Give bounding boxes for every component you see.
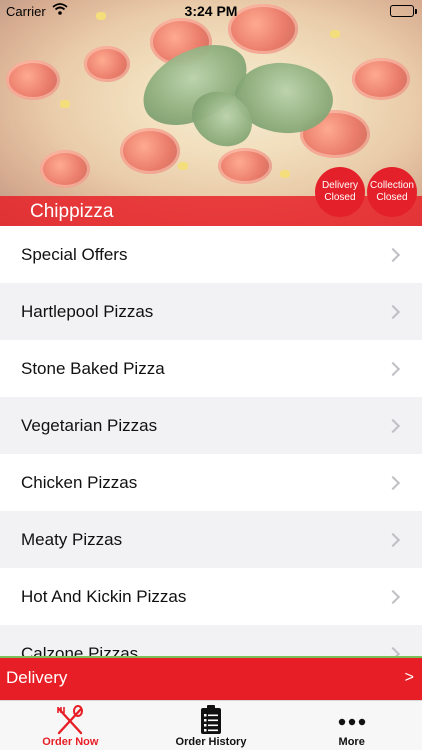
status-bar: Carrier 3:24 PM bbox=[0, 0, 422, 22]
menu-item-stone-baked-pizza[interactable]: Stone Baked Pizza bbox=[0, 340, 422, 397]
tab-order-now[interactable]: Order Now bbox=[0, 701, 141, 750]
menu-item-label: Vegetarian Pizzas bbox=[21, 415, 158, 435]
menu-item-label: Meaty Pizzas bbox=[21, 529, 123, 549]
menu-item-calzone-pizzas[interactable]: Calzone Pizzas bbox=[0, 625, 422, 656]
menu-item-hartlepool-pizzas[interactable]: Hartlepool Pizzas bbox=[0, 283, 422, 340]
menu-item-label: Chicken Pizzas bbox=[21, 472, 138, 492]
delivery-status-line2: Closed bbox=[324, 192, 356, 203]
menu-item-vegetarian-pizzas[interactable]: Vegetarian Pizzas bbox=[0, 397, 422, 454]
tab-order-history[interactable]: Order History bbox=[141, 701, 282, 750]
clipboard-list-icon bbox=[200, 705, 222, 740]
restaurant-name: Chippizza bbox=[30, 201, 114, 222]
tab-label: Order History bbox=[175, 736, 247, 748]
delivery-status-line1: Delivery bbox=[321, 180, 359, 191]
menu-item-chicken-pizzas[interactable]: Chicken Pizzas bbox=[0, 454, 422, 511]
tab-more[interactable]: More bbox=[281, 701, 422, 750]
tab-bar: Order Now Order History More bbox=[0, 700, 422, 750]
menu-item-hot-and-kickin-pizzas[interactable]: Hot And Kickin Pizzas bbox=[0, 568, 422, 625]
menu-item-label: Hartlepool Pizzas bbox=[21, 301, 154, 321]
battery-icon bbox=[390, 5, 417, 17]
menu-item-label: Stone Baked Pizza bbox=[21, 358, 165, 378]
chevron-right-icon bbox=[385, 418, 401, 433]
chevron-right-icon bbox=[385, 247, 401, 262]
chevron-right-icon bbox=[385, 532, 401, 547]
menu-item-special-offers[interactable]: Special Offers bbox=[0, 226, 422, 283]
clock: 3:24 PM bbox=[184, 3, 238, 19]
menu-item-label: Hot And Kickin Pizzas bbox=[21, 586, 187, 606]
tab-label: More bbox=[338, 736, 365, 748]
delivery-status-badge: Delivery Closed bbox=[315, 167, 365, 217]
collection-status-line1: Collection bbox=[370, 180, 414, 191]
tab-label: Order Now bbox=[42, 736, 99, 748]
chevron-right-icon bbox=[385, 646, 401, 656]
chevron-right-icon: > bbox=[404, 669, 414, 686]
chevron-right-icon bbox=[385, 589, 401, 604]
chevron-right-icon bbox=[385, 361, 401, 376]
chevron-right-icon bbox=[385, 304, 401, 319]
collection-status-line2: Closed bbox=[376, 192, 408, 203]
menu-category-list[interactable]: Special Offers Hartlepool Pizzas Stone B… bbox=[0, 226, 422, 656]
delivery-mode-label: Delivery bbox=[6, 668, 68, 687]
delivery-mode-button[interactable]: Delivery > bbox=[0, 656, 422, 700]
chevron-right-icon bbox=[385, 475, 401, 490]
collection-status-badge: Collection Closed bbox=[367, 167, 417, 217]
ellipsis-icon bbox=[338, 713, 366, 731]
fork-knife-icon bbox=[53, 705, 87, 740]
menu-item-label: Special Offers bbox=[21, 244, 128, 264]
menu-item-meaty-pizzas[interactable]: Meaty Pizzas bbox=[0, 511, 422, 568]
menu-item-label: Calzone Pizzas bbox=[21, 643, 139, 657]
